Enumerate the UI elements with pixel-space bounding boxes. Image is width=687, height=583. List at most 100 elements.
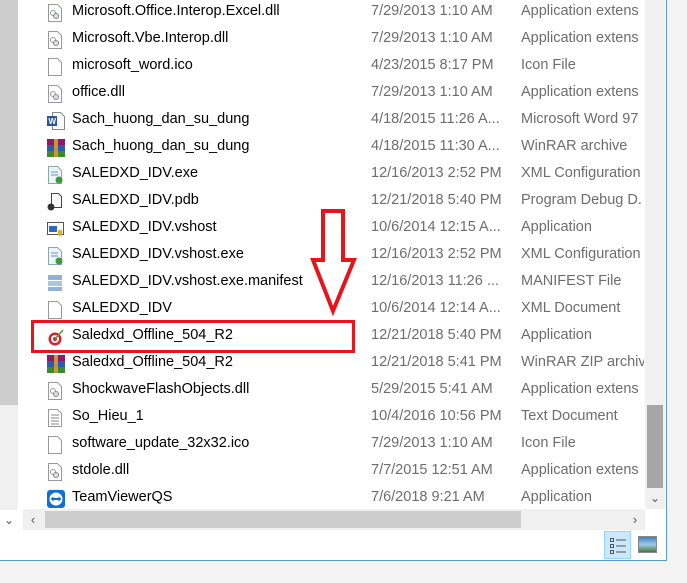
file-type: MANIFEST File — [521, 273, 622, 289]
file-type: Application extens — [521, 84, 639, 100]
winrar-icon — [47, 139, 65, 157]
file-date-modified: 7/6/2018 9:21 AM — [371, 489, 485, 505]
file-date-modified: 10/4/2016 10:56 PM — [371, 408, 502, 424]
file-date-modified: 10/6/2014 12:15 A... — [371, 219, 501, 235]
red-down-arrow-icon — [310, 209, 357, 316]
file-name: TeamViewerQS — [72, 489, 173, 505]
highlight-box — [31, 320, 355, 353]
word-icon: W — [47, 112, 65, 130]
file-row[interactable]: Microsoft.Office.Interop.Excel.dll 7/29/… — [23, 0, 645, 26]
file-name: Microsoft.Vbe.Interop.dll — [72, 30, 229, 46]
nav-pane-scroll-thumb[interactable] — [0, 0, 18, 405]
file-type: Application extens — [521, 462, 639, 478]
file-date-modified: 4/23/2015 8:17 PM — [371, 57, 494, 73]
file-name: ShockwaveFlashObjects.dll — [72, 381, 250, 397]
file-type: Application extens — [521, 381, 639, 397]
file-name: SALEDXD_IDV — [72, 300, 172, 316]
file-name: Sach_huong_dan_su_dung — [72, 138, 250, 154]
scroll-down-icon[interactable]: ⌄ — [645, 488, 665, 508]
file-date-modified: 12/21/2018 5:40 PM — [371, 192, 502, 208]
file-type: XML Configuration — [521, 246, 641, 262]
large-icons-view-button[interactable] — [638, 536, 657, 553]
file-row[interactable]: software_update_32x32.ico 7/29/2013 1:10… — [23, 431, 645, 458]
file-type: Microsoft Word 97 — [521, 111, 639, 127]
file-date-modified: 10/6/2014 12:14 A... — [371, 300, 501, 316]
file-row[interactable]: Sach_huong_dan_su_dung 4/18/2015 11:30 A… — [23, 134, 645, 161]
file-date-modified: 4/18/2015 11:26 A... — [371, 111, 500, 127]
file-name: software_update_32x32.ico — [72, 435, 250, 451]
blank-file-icon — [47, 301, 63, 319]
file-row[interactable]: Microsoft.Vbe.Interop.dll 7/29/2013 1:10… — [23, 26, 645, 53]
file-name: Saledxd_Offline_504_R2 — [72, 354, 233, 370]
scroll-left-icon[interactable]: ‹ — [23, 509, 43, 530]
file-date-modified: 12/16/2013 11:26 ... — [371, 273, 499, 289]
file-name: SALEDXD_IDV.vshost — [72, 219, 217, 235]
file-date-modified: 12/16/2013 2:52 PM — [371, 246, 502, 262]
file-date-modified: 7/29/2013 1:10 AM — [371, 30, 493, 46]
file-name: SALEDXD_IDV.vshost.exe — [72, 246, 244, 262]
file-date-modified: 7/29/2013 1:10 AM — [371, 84, 493, 100]
config-icon — [47, 247, 63, 265]
file-row[interactable]: Saledxd_Offline_504_R2 12/21/2018 5:41 P… — [23, 350, 645, 377]
file-type: Application — [521, 327, 592, 343]
file-date-modified: 7/29/2013 1:10 AM — [371, 3, 493, 19]
file-date-modified: 7/29/2013 1:10 AM — [371, 435, 493, 451]
horizontal-scrollbar[interactable]: ‹ › — [23, 509, 645, 530]
file-row[interactable]: stdole.dll 7/7/2015 12:51 AM Application… — [23, 458, 645, 485]
winrar-icon — [47, 355, 65, 373]
file-row[interactable]: office.dll 7/29/2013 1:10 AM Application… — [23, 80, 645, 107]
pdb-icon — [47, 193, 63, 211]
file-name: SALEDXD_IDV.vshost.exe.manifest — [72, 273, 303, 289]
file-date-modified: 12/21/2018 5:40 PM — [371, 327, 502, 343]
file-row[interactable]: TeamViewerQS 7/6/2018 9:21 AM Applicatio… — [23, 485, 645, 512]
details-view-button[interactable] — [604, 531, 631, 559]
file-type: XML Document — [521, 300, 621, 316]
dll-icon — [47, 31, 63, 49]
manifest-icon — [47, 274, 63, 292]
vshost-icon — [47, 220, 64, 238]
svg-text:W: W — [49, 117, 57, 126]
file-row[interactable]: So_Hieu_1 10/4/2016 10:56 PM Text Docume… — [23, 404, 645, 431]
file-type: Icon File — [521, 435, 576, 451]
file-type: XML Configuration — [521, 165, 641, 181]
config-icon — [47, 166, 63, 184]
blank-file-icon — [47, 58, 63, 76]
file-name: SALEDXD_IDV.pdb — [72, 192, 199, 208]
teamviewer-icon — [47, 490, 65, 508]
nav-pane-scrollbar[interactable] — [0, 0, 18, 510]
vertical-scrollbar[interactable]: ⌄ — [645, 0, 665, 509]
file-type: Icon File — [521, 57, 576, 73]
horizontal-scroll-thumb[interactable] — [45, 511, 521, 528]
file-date-modified: 12/16/2013 2:52 PM — [371, 165, 502, 181]
file-row[interactable]: microsoft_word.ico 4/23/2015 8:17 PM Ico… — [23, 53, 645, 80]
text-file-icon — [47, 409, 63, 427]
file-type: WinRAR archive — [521, 138, 628, 154]
file-date-modified: 7/7/2015 12:51 AM — [371, 462, 493, 478]
file-name: So_Hieu_1 — [72, 408, 144, 424]
vertical-scroll-thumb[interactable] — [647, 405, 663, 488]
file-row[interactable]: W Sach_huong_dan_su_dung 4/18/2015 11:26… — [23, 107, 645, 134]
file-name: Microsoft.Office.Interop.Excel.dll — [72, 3, 280, 19]
file-date-modified: 5/29/2015 5:41 AM — [371, 381, 493, 397]
nav-scroll-down-icon[interactable]: ⌄ — [0, 510, 18, 530]
file-name: SALEDXD_IDV.exe — [72, 165, 199, 181]
file-date-modified: 4/18/2015 11:30 A... — [371, 138, 500, 154]
dll-icon — [47, 382, 63, 400]
file-type: Text Document — [521, 408, 618, 424]
file-type: Application extens — [521, 30, 639, 46]
file-type: Application — [521, 219, 592, 235]
file-type: Program Debug D. — [521, 192, 642, 208]
file-name: microsoft_word.ico — [72, 57, 193, 73]
file-date-modified: 12/21/2018 5:41 PM — [371, 354, 502, 370]
scroll-right-icon[interactable]: › — [625, 509, 645, 530]
file-type: Application extens — [521, 3, 639, 19]
file-type: Application — [521, 489, 592, 505]
file-row[interactable]: SALEDXD_IDV.exe 12/16/2013 2:52 PM XML C… — [23, 161, 645, 188]
details-view-icon — [610, 538, 626, 554]
file-name: Sach_huong_dan_su_dung — [72, 111, 250, 127]
file-name: office.dll — [72, 84, 125, 100]
file-row[interactable]: ShockwaveFlashObjects.dll 5/29/2015 5:41… — [23, 377, 645, 404]
file-type: WinRAR ZIP archive — [521, 354, 644, 370]
dll-icon — [47, 85, 63, 103]
blank-file-icon — [47, 436, 63, 454]
